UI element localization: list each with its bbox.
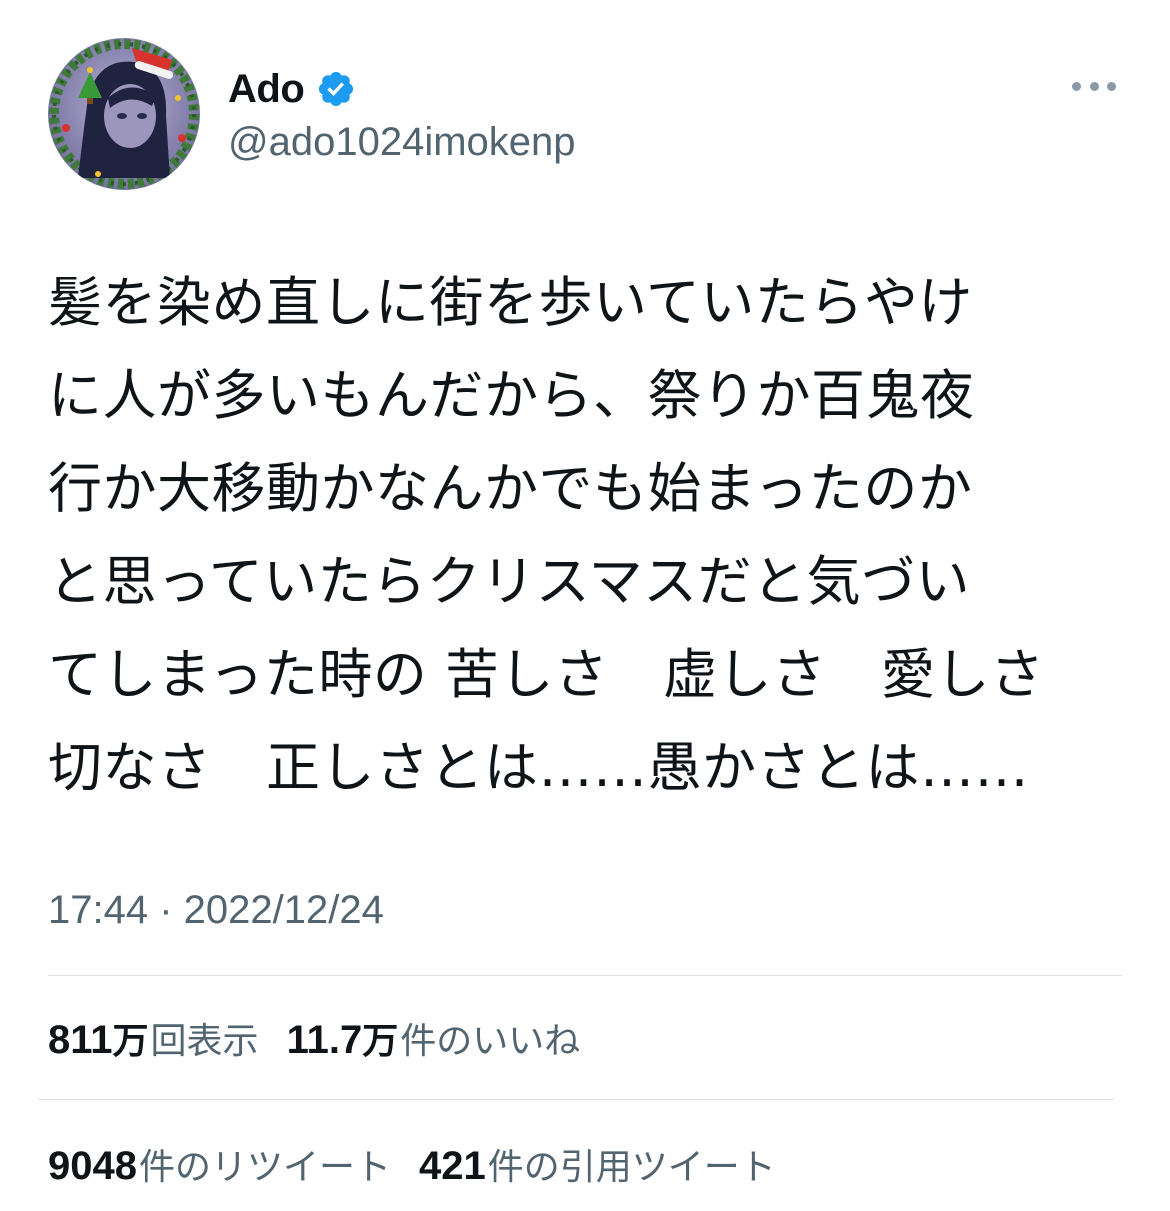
quotes-label: 件の引用ツイート: [487, 1147, 776, 1188]
stats-row-retweets-quotes: 9048 件のリツイート 421 件の引用ツイート: [48, 1138, 804, 1190]
likes-stat[interactable]: 11.7 万 件のいいね: [287, 1012, 581, 1064]
tweet-timestamp[interactable]: 17:44 · 2022/12/24: [48, 888, 384, 933]
avatar[interactable]: [48, 38, 200, 190]
tweet-text-line: てしまった時の 苦しさ 虚しさ 愛しさ: [48, 643, 1045, 706]
likes-label: 件のいいね: [400, 1021, 581, 1062]
verified-badge-icon[interactable]: [316, 69, 356, 109]
display-name[interactable]: Ado: [228, 67, 305, 112]
retweets-label: 件のリツイート: [138, 1147, 391, 1188]
quotes-count: 421: [419, 1144, 486, 1188]
tweet-text-line: と思っていたらクリスマスだと気づい: [48, 550, 971, 613]
tweet-detail: Ado @ado1024imokenp 髪を染め直しに街を歩いていたらやけ に人が…: [0, 0, 1170, 1211]
display-name-row[interactable]: Ado: [228, 64, 576, 114]
likes-count: 11.7: [286, 1018, 363, 1062]
tweet-header: Ado @ado1024imokenp: [48, 38, 1122, 194]
more-options-icon[interactable]: [1072, 74, 1116, 98]
author-names: Ado @ado1024imokenp: [228, 64, 576, 165]
views-count: 811: [48, 1018, 113, 1062]
tweet-text-line: に人が多いもんだから、祭りか百鬼夜: [48, 364, 975, 427]
views-unit: 万: [112, 1021, 149, 1062]
divider: [48, 975, 1122, 976]
tweet-text-line: 切なさ 正しさとは……愚かさとは……: [48, 736, 1029, 799]
divider: [38, 1099, 1114, 1100]
views-stat[interactable]: 811 万 回表示: [48, 1012, 259, 1064]
retweets-stat[interactable]: 9048 件のリツイート: [48, 1138, 391, 1190]
tweet-text-line: 行か大移動かなんかでも始まったのか: [48, 457, 973, 520]
tweet-text-line: 髪を染め直しに街を歩いていたらやけ: [48, 271, 973, 334]
retweets-count: 9048: [48, 1144, 137, 1188]
views-label: 回表示: [150, 1021, 259, 1062]
likes-unit: 万: [362, 1021, 399, 1062]
tweet-text: 髪を染め直しに街を歩いていたらやけ に人が多いもんだから、祭りか百鬼夜 行か大移動か…: [48, 256, 1128, 814]
stats-row-views-likes: 811 万 回表示 11.7 万 件のいいね: [48, 1012, 608, 1064]
author-handle[interactable]: @ado1024imokenp: [228, 120, 576, 165]
avatar-image: [48, 38, 200, 190]
quotes-stat[interactable]: 421 件の引用ツイート: [419, 1138, 776, 1190]
